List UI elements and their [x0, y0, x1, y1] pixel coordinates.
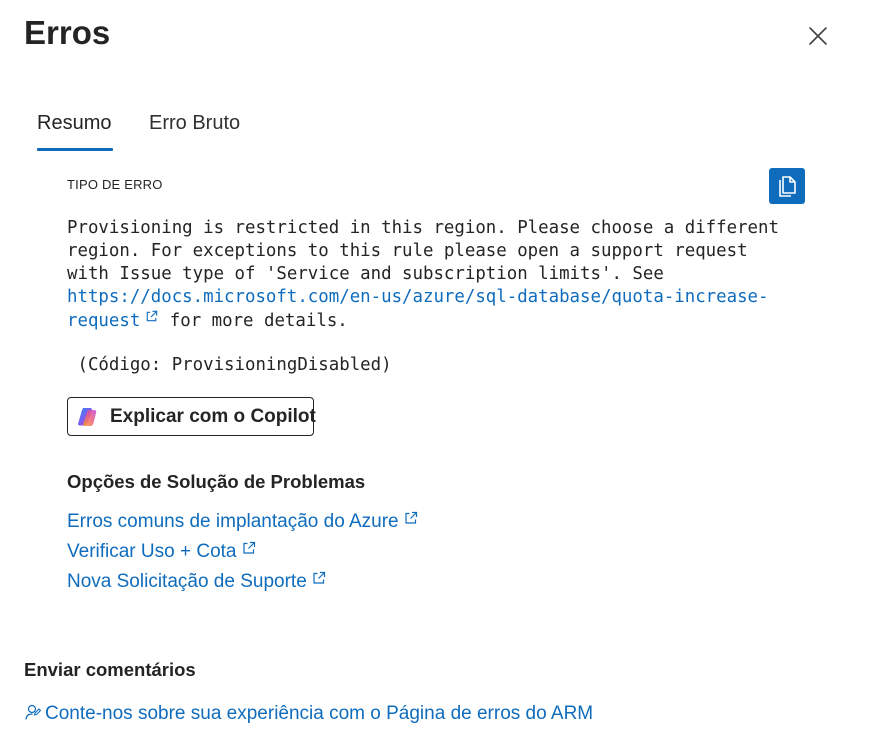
link-common-deployment-errors[interactable]: Erros comuns de implantação do Azure	[67, 510, 419, 540]
error-message-line: with Issue type of 'Service and subscrip…	[67, 264, 664, 284]
quota-increase-link-text: request	[67, 311, 141, 331]
explain-with-copilot-button[interactable]: Explicar com o Copilot	[67, 397, 316, 436]
error-code: (Código: ProvisioningDisabled)	[67, 355, 392, 375]
copy-button[interactable]	[769, 168, 805, 204]
copilot-button-label: Explicar com o Copilot	[110, 406, 316, 427]
tab-resumo[interactable]: Resumo	[37, 112, 111, 135]
close-icon	[809, 27, 827, 45]
link-label: Verificar Uso + Cota	[67, 541, 237, 562]
error-message-line: Provisioning is restricted in this regio…	[67, 218, 779, 238]
feedback-person-icon	[25, 704, 42, 720]
active-tab-indicator	[37, 148, 113, 151]
copy-icon	[779, 176, 796, 197]
feedback-link-label: Conte-nos sobre sua experiência com o Pá…	[45, 703, 594, 724]
link-new-support-request[interactable]: Nova Solicitação de Suporte	[67, 570, 419, 600]
error-message-line: region. For exceptions to this rule plea…	[67, 241, 748, 261]
external-link-icon	[313, 571, 325, 584]
feedback-title: Enviar comentários	[24, 659, 196, 680]
panel-title: Erros	[24, 14, 111, 51]
error-message-suffix: for more details.	[159, 311, 348, 331]
troubleshooting-links: Erros comuns de implantação do Azure Ver…	[67, 510, 419, 600]
external-link-icon	[242, 541, 255, 554]
quota-increase-link-text: https://docs.microsoft.com/en-us/azure/s…	[67, 287, 769, 307]
troubleshooting-title: Opções de Solução de Problemas	[67, 471, 366, 492]
error-message: Provisioning is restricted in this regio…	[67, 217, 827, 333]
link-check-usage-quota[interactable]: Verificar Uso + Cota	[67, 540, 419, 570]
feedback-link[interactable]: Conte-nos sobre sua experiência com o Pá…	[24, 703, 593, 725]
link-label: Erros comuns de implantação do Azure	[67, 511, 399, 532]
external-link-icon	[405, 511, 417, 524]
copilot-icon	[78, 408, 97, 426]
tab-erro-bruto[interactable]: Erro Bruto	[149, 112, 240, 135]
external-link-icon	[147, 310, 158, 322]
close-button[interactable]	[804, 22, 832, 50]
error-type-label: TIPO DE ERRO	[67, 177, 163, 192]
link-label: Nova Solicitação de Suporte	[67, 571, 307, 592]
